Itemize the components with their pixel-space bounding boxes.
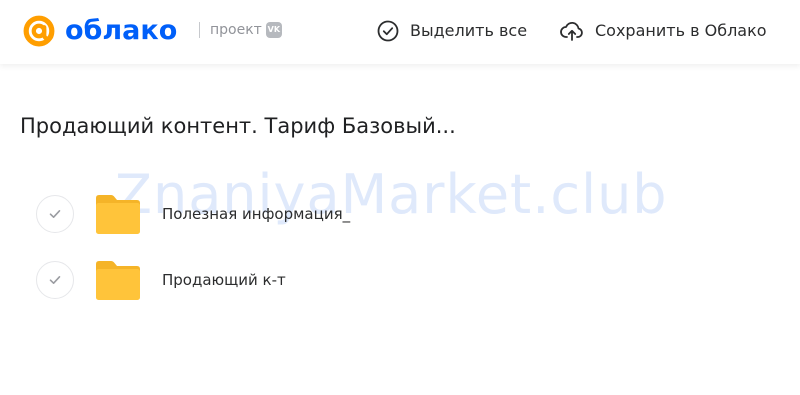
logo-text: облако xyxy=(65,15,178,46)
project-text: проект xyxy=(210,22,262,38)
file-name: Полезная информация_ xyxy=(162,205,351,223)
save-to-cloud-button[interactable]: Сохранить в Облако xyxy=(560,18,767,44)
logo-divider xyxy=(199,22,200,38)
folder-icon xyxy=(96,195,140,234)
select-all-label: Выделить все xyxy=(410,21,528,40)
row-select-checkbox[interactable] xyxy=(36,261,74,299)
row-select-checkbox[interactable] xyxy=(36,195,74,233)
vk-badge: VK xyxy=(265,22,282,38)
folder-icon xyxy=(96,261,140,300)
header: облако проект VK Выделить все Сохранить … xyxy=(0,0,800,64)
project-label[interactable]: проект VK xyxy=(210,20,282,40)
checkmark-icon xyxy=(49,276,61,284)
page-title: Продающий контент. Тариф Базовый... xyxy=(20,114,456,138)
cloud-logo[interactable]: облако xyxy=(20,12,177,50)
save-to-cloud-label: Сохранить в Облако xyxy=(595,21,767,40)
file-name: Продающий к-т xyxy=(162,271,286,289)
check-circle-icon xyxy=(377,20,399,42)
checkmark-icon xyxy=(49,210,61,218)
mail-at-logo-icon xyxy=(23,15,55,47)
cloud-upload-icon xyxy=(560,21,583,41)
file-row[interactable]: Продающий к-т xyxy=(36,258,556,302)
select-all-button[interactable]: Выделить все xyxy=(377,18,527,44)
file-row[interactable]: Полезная информация_ xyxy=(36,192,556,236)
